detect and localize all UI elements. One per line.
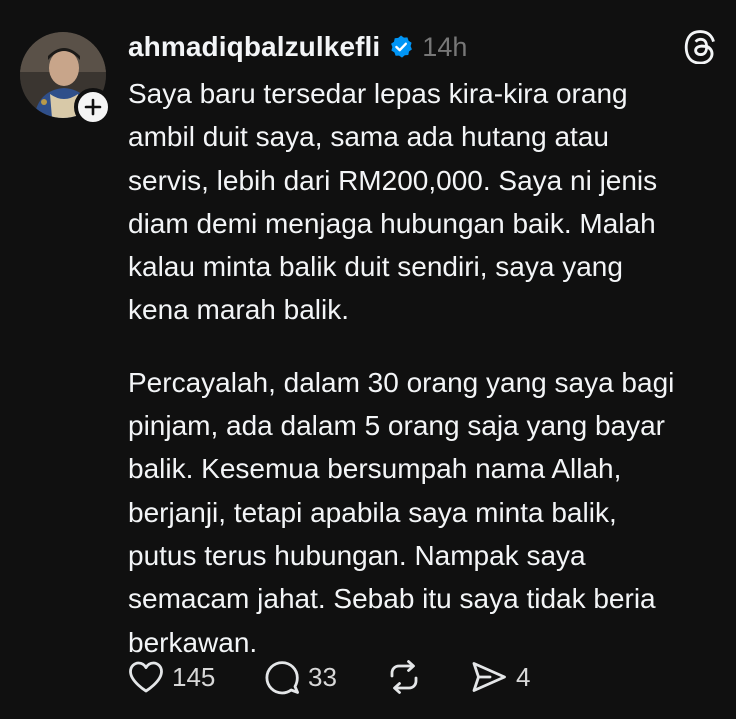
author-avatar-container xyxy=(20,32,112,126)
share-count: 4 xyxy=(516,661,531,692)
comment-bubble-icon xyxy=(265,661,299,695)
like-count: 145 xyxy=(172,661,216,692)
threads-logo-icon[interactable] xyxy=(684,30,718,64)
post-header: ahmadiqbalzulkefli 14h xyxy=(128,28,467,66)
username-link[interactable]: ahmadiqbalzulkefli xyxy=(128,31,380,63)
reply-button[interactable]: 33 xyxy=(264,659,386,695)
post-timestamp: 14h xyxy=(422,31,468,62)
post-paragraph-1: Saya baru tersedar lepas kira-kira orang… xyxy=(128,78,658,326)
post-body: Saya baru tersedar lepas kira-kira orang… xyxy=(128,72,728,664)
heart-icon xyxy=(129,661,163,693)
thread-post: ahmadiqbalzulkefli 14h Saya baru terseda… xyxy=(0,0,736,719)
post-paragraph-2: Percayalah, dalam 30 orang yang saya bag… xyxy=(128,366,675,658)
repost-button[interactable] xyxy=(386,659,470,695)
reply-count: 33 xyxy=(308,661,337,692)
like-button[interactable]: 145 xyxy=(128,660,264,694)
send-icon xyxy=(472,662,506,692)
share-button[interactable]: 4 xyxy=(470,660,530,694)
repost-icon xyxy=(390,660,418,694)
plus-icon xyxy=(84,98,102,116)
verified-badge-icon xyxy=(391,35,413,58)
post-actions-bar: 145 33 4 xyxy=(128,656,530,698)
follow-button[interactable] xyxy=(74,88,112,126)
